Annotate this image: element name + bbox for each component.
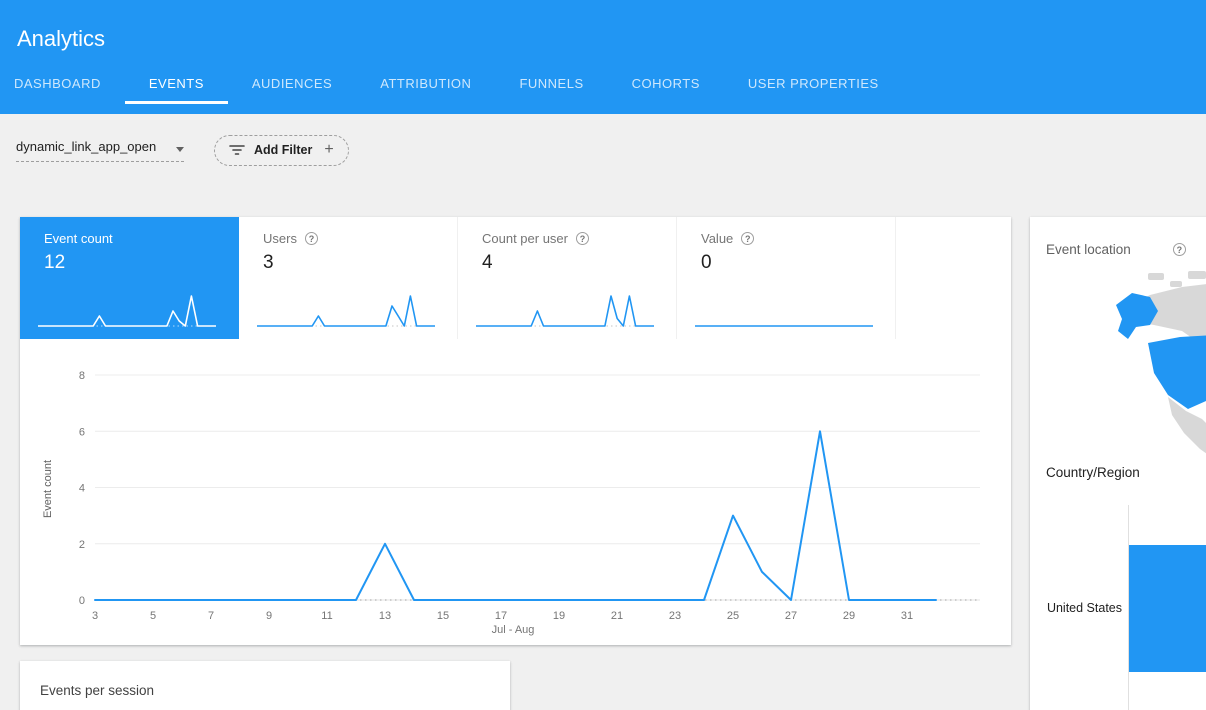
svg-text:25: 25	[727, 610, 739, 622]
svg-text:19: 19	[553, 610, 565, 622]
help-icon[interactable]: ?	[305, 232, 318, 245]
page-title: Analytics	[0, 0, 1206, 52]
sparkline-value	[691, 287, 881, 333]
analytics-page: Analytics DASHBOARD EVENTS AUDIENCES ATT…	[0, 0, 1206, 710]
svg-text:6: 6	[79, 426, 85, 438]
country-bar-united-states[interactable]	[1129, 545, 1206, 672]
svg-text:11: 11	[321, 610, 332, 622]
metric-card-event-count[interactable]: Event count 12	[20, 217, 239, 339]
svg-text:27: 27	[785, 610, 797, 622]
metric-label: Count per user	[482, 231, 568, 246]
tab-attribution[interactable]: ATTRIBUTION	[356, 64, 495, 104]
metric-label: Event count	[44, 231, 113, 246]
svg-text:31: 31	[901, 610, 913, 622]
events-per-session-title: Events per session	[20, 661, 510, 698]
event-selector-value: dynamic_link_app_open	[16, 139, 156, 154]
help-icon[interactable]: ?	[1173, 243, 1186, 256]
sparkline-count-per-user	[472, 287, 662, 333]
metric-card-users[interactable]: Users ? 3	[239, 217, 458, 339]
metric-label: Users	[263, 231, 297, 246]
svg-text:8: 8	[79, 370, 85, 382]
plus-icon: +	[324, 142, 333, 158]
country-region-header: Country/Region	[1046, 465, 1140, 480]
metric-card-count-per-user[interactable]: Count per user ? 4	[458, 217, 677, 339]
tab-dashboard[interactable]: DASHBOARD	[0, 64, 125, 104]
svg-text:13: 13	[379, 610, 391, 622]
y-axis-title: Event count	[42, 419, 54, 559]
event-location-card: Event location ? Co	[1030, 217, 1206, 710]
tab-funnels[interactable]: FUNNELS	[495, 64, 607, 104]
svg-text:17: 17	[495, 610, 507, 622]
help-icon[interactable]: ?	[741, 232, 754, 245]
filter-list-icon	[229, 143, 245, 157]
svg-text:5: 5	[150, 610, 156, 622]
add-filter-button[interactable]: Add Filter +	[214, 135, 349, 166]
metric-value: 4	[482, 252, 662, 274]
events-overview-card: Event count 12 Users ? 3 Count per user …	[20, 217, 1011, 645]
svg-text:0: 0	[79, 595, 85, 607]
map-region-united-states[interactable]	[1148, 335, 1206, 409]
metric-cards-row: Event count 12 Users ? 3 Count per user …	[20, 217, 896, 339]
tab-events[interactable]: EVENTS	[125, 64, 228, 104]
event-count-line-chart: 0 2 4 6 8 3 5 7 9 11 13 15 17 19 21 23 25 27 29 31 Jul - Aug	[55, 365, 1005, 640]
filter-bar: dynamic_link_app_open Add Filter +	[16, 134, 1206, 166]
app-header: Analytics DASHBOARD EVENTS AUDIENCES ATT…	[0, 0, 1206, 114]
svg-text:3: 3	[92, 610, 98, 622]
svg-text:15: 15	[437, 610, 449, 622]
tab-user-properties[interactable]: USER PROPERTIES	[724, 64, 903, 104]
svg-text:Jul - Aug: Jul - Aug	[492, 624, 535, 636]
event-selector-dropdown[interactable]: dynamic_link_app_open	[16, 139, 184, 162]
metric-label: Value	[701, 231, 733, 246]
metric-value: 3	[263, 252, 443, 274]
metric-value: 0	[701, 252, 881, 274]
svg-text:9: 9	[266, 610, 272, 622]
svg-text:21: 21	[611, 610, 623, 622]
chevron-down-icon	[176, 147, 184, 152]
tab-audiences[interactable]: AUDIENCES	[228, 64, 356, 104]
sparkline-event-count	[34, 287, 224, 333]
country-label-united-states: United States	[1030, 601, 1122, 615]
svg-text:29: 29	[843, 610, 855, 622]
world-map	[1030, 267, 1206, 467]
svg-text:23: 23	[669, 610, 681, 622]
events-per-session-card: Events per session	[20, 661, 510, 710]
metric-card-value[interactable]: Value ? 0	[677, 217, 896, 339]
svg-text:7: 7	[208, 610, 214, 622]
event-location-title: Event location	[1046, 242, 1131, 257]
help-icon[interactable]: ?	[576, 232, 589, 245]
add-filter-label: Add Filter	[254, 143, 312, 157]
svg-text:2: 2	[79, 539, 85, 551]
sparkline-users	[253, 287, 443, 333]
metric-value: 12	[44, 252, 225, 274]
tab-cohorts[interactable]: COHORTS	[608, 64, 724, 104]
svg-text:4: 4	[79, 483, 85, 495]
tab-bar: DASHBOARD EVENTS AUDIENCES ATTRIBUTION F…	[0, 64, 1206, 104]
